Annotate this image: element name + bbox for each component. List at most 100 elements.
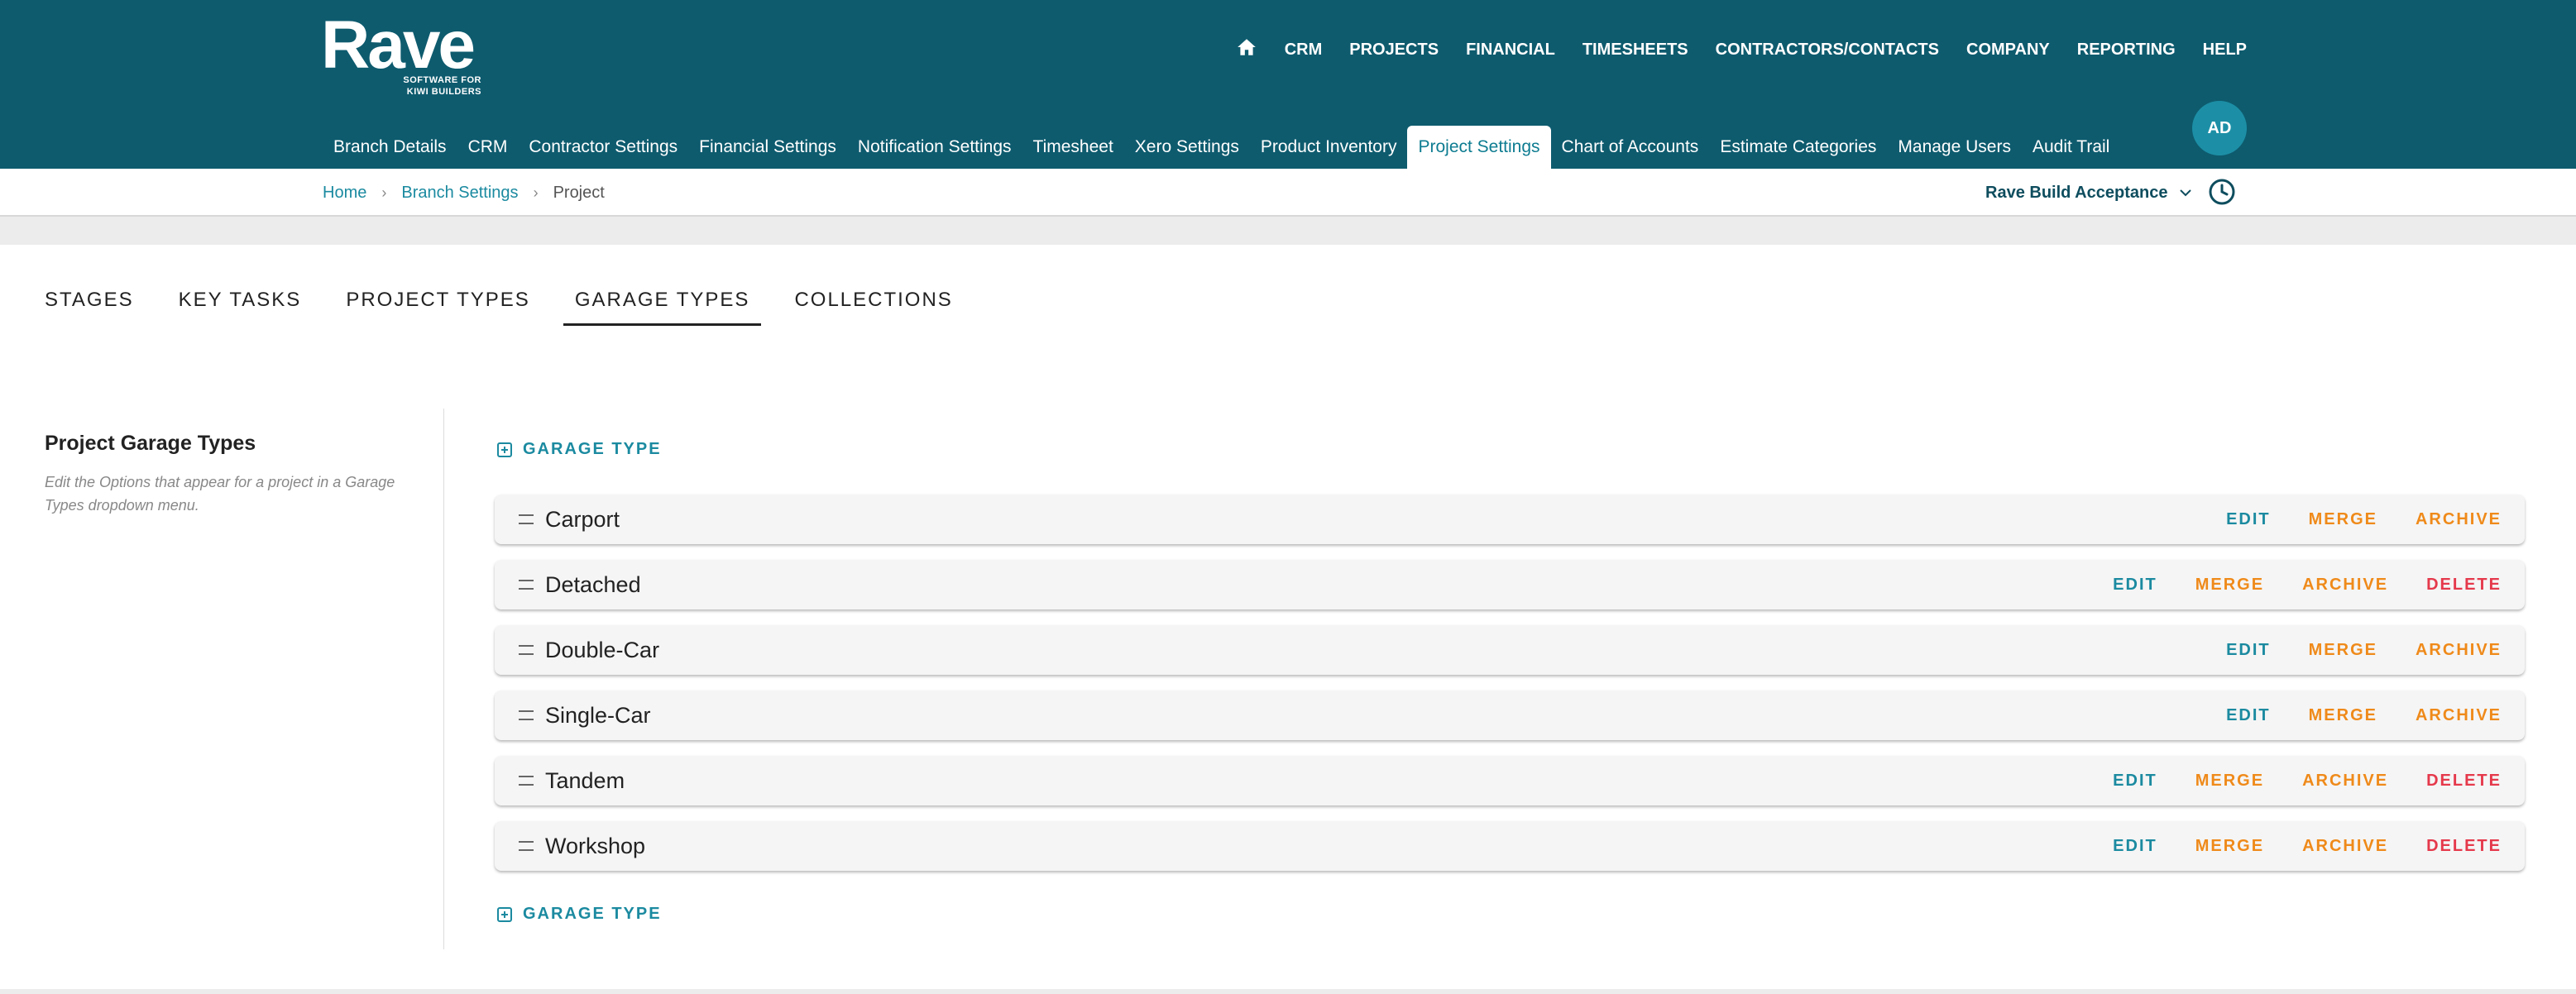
topnav-help[interactable]: HELP bbox=[2203, 41, 2247, 60]
add-garage-type-label: GARAGE TYPE bbox=[523, 440, 662, 458]
garage-type-list: Carport EDIT MERGE ARCHIVE Detached EDIT MERGE… bbox=[495, 495, 2525, 886]
merge-button[interactable]: MERGE bbox=[2195, 772, 2264, 791]
tab-collections[interactable]: COLLECTIONS bbox=[783, 275, 964, 326]
merge-button[interactable]: MERGE bbox=[2195, 576, 2264, 595]
delete-button[interactable]: DELETE bbox=[2426, 772, 2502, 791]
drag-handle-icon[interactable] bbox=[519, 841, 534, 851]
breadcrumb-home[interactable]: Home bbox=[323, 184, 366, 203]
branch-selector-label: Rave Build Acceptance bbox=[1985, 183, 2168, 202]
row-actions: EDIT MERGE ARCHIVE DELETE bbox=[2113, 821, 2502, 871]
breadcrumb-bar: Home › Branch Settings › Project Rave Bu… bbox=[0, 169, 2576, 217]
merge-button[interactable]: MERGE bbox=[2195, 837, 2264, 856]
topnav-financial[interactable]: FINANCIAL bbox=[1466, 41, 1555, 60]
edit-button[interactable]: EDIT bbox=[2113, 576, 2157, 595]
subnav-xero-settings[interactable]: Xero Settings bbox=[1124, 126, 1250, 169]
tab-project-types[interactable]: PROJECT TYPES bbox=[334, 275, 542, 326]
section-divider bbox=[443, 409, 444, 949]
add-garage-type-button-bottom[interactable]: GARAGE TYPE bbox=[496, 905, 662, 924]
garage-type-name: Detached bbox=[545, 571, 641, 597]
archive-button[interactable]: ARCHIVE bbox=[2302, 576, 2388, 595]
home-icon[interactable] bbox=[1236, 37, 1257, 62]
branch-selector[interactable]: Rave Build Acceptance bbox=[1985, 169, 2192, 217]
drag-handle-icon[interactable] bbox=[519, 645, 534, 655]
user-avatar[interactable]: AD bbox=[2192, 101, 2247, 155]
topnav-timesheets[interactable]: TIMESHEETS bbox=[1582, 41, 1688, 60]
edit-button[interactable]: EDIT bbox=[2226, 510, 2271, 529]
add-box-icon bbox=[497, 442, 512, 457]
garage-type-name: Workshop bbox=[545, 833, 646, 858]
subnav-crm[interactable]: CRM bbox=[457, 126, 519, 169]
garage-type-name: Double-Car bbox=[545, 637, 660, 662]
merge-button[interactable]: MERGE bbox=[2309, 510, 2377, 529]
list-item: Tandem EDIT MERGE ARCHIVE DELETE bbox=[495, 756, 2525, 805]
list-item: Workshop EDIT MERGE ARCHIVE DELETE bbox=[495, 821, 2525, 871]
logo-tagline: SOFTWARE FOR KIWI BUILDERS bbox=[403, 75, 481, 97]
row-actions: EDIT MERGE ARCHIVE bbox=[2226, 625, 2502, 675]
drag-handle-icon[interactable] bbox=[519, 514, 534, 524]
archive-button[interactable]: ARCHIVE bbox=[2416, 641, 2502, 660]
topnav-projects[interactable]: PROJECTS bbox=[1349, 41, 1439, 60]
archive-button[interactable]: ARCHIVE bbox=[2302, 772, 2388, 791]
delete-button[interactable]: DELETE bbox=[2426, 837, 2502, 856]
top-navigation: CRM PROJECTS FINANCIAL TIMESHEETS CONTRA… bbox=[1236, 33, 2247, 66]
add-garage-type-button[interactable]: GARAGE TYPE bbox=[496, 440, 662, 459]
subnav-audit-trail[interactable]: Audit Trail bbox=[2022, 126, 2120, 169]
drag-handle-icon[interactable] bbox=[519, 710, 534, 720]
project-settings-card: STAGES KEY TASKS PROJECT TYPES GARAGE TY… bbox=[0, 245, 2576, 989]
chevron-right-icon: › bbox=[533, 184, 539, 201]
app-header: Rave SOFTWARE FOR KIWI BUILDERS CRM PROJ… bbox=[0, 0, 2576, 169]
subnav-timesheet[interactable]: Timesheet bbox=[1022, 126, 1124, 169]
subnav-chart-of-accounts[interactable]: Chart of Accounts bbox=[1551, 126, 1710, 169]
row-actions: EDIT MERGE ARCHIVE bbox=[2226, 691, 2502, 740]
history-icon[interactable] bbox=[2207, 177, 2237, 207]
add-garage-type-label: GARAGE TYPE bbox=[523, 905, 662, 923]
subnav-estimate-categories[interactable]: Estimate Categories bbox=[1709, 126, 1887, 169]
drag-handle-icon[interactable] bbox=[519, 776, 534, 786]
merge-button[interactable]: MERGE bbox=[2309, 706, 2377, 725]
tab-stages[interactable]: STAGES bbox=[33, 275, 146, 326]
settings-subnav: Branch Details CRM Contractor Settings F… bbox=[323, 126, 2120, 169]
archive-button[interactable]: ARCHIVE bbox=[2416, 706, 2502, 725]
add-box-icon bbox=[497, 906, 512, 922]
subnav-product-inventory[interactable]: Product Inventory bbox=[1250, 126, 1408, 169]
drag-handle-icon[interactable] bbox=[519, 580, 534, 590]
breadcrumb-current: Project bbox=[553, 183, 605, 202]
edit-button[interactable]: EDIT bbox=[2113, 837, 2157, 856]
subnav-manage-users[interactable]: Manage Users bbox=[1887, 126, 2022, 169]
logo-wordmark: Rave bbox=[321, 7, 476, 83]
topnav-company[interactable]: COMPANY bbox=[1966, 41, 2050, 60]
edit-button[interactable]: EDIT bbox=[2226, 706, 2271, 725]
subnav-notification-settings[interactable]: Notification Settings bbox=[847, 126, 1022, 169]
subnav-contractor-settings[interactable]: Contractor Settings bbox=[518, 126, 688, 169]
archive-button[interactable]: ARCHIVE bbox=[2302, 837, 2388, 856]
rave-logo[interactable]: Rave SOFTWARE FOR KIWI BUILDERS bbox=[321, 12, 486, 103]
list-item: Single-Car EDIT MERGE ARCHIVE bbox=[495, 691, 2525, 740]
project-settings-tabs: STAGES KEY TASKS PROJECT TYPES GARAGE TY… bbox=[33, 275, 986, 326]
row-actions: EDIT MERGE ARCHIVE DELETE bbox=[2113, 560, 2502, 609]
chevron-right-icon: › bbox=[381, 184, 387, 201]
breadcrumb: Home › Branch Settings › Project bbox=[323, 169, 605, 217]
topnav-reporting[interactable]: REPORTING bbox=[2077, 41, 2176, 60]
list-item: Carport EDIT MERGE ARCHIVE bbox=[495, 495, 2525, 544]
merge-button[interactable]: MERGE bbox=[2309, 641, 2377, 660]
topnav-crm[interactable]: CRM bbox=[1285, 41, 1323, 60]
archive-button[interactable]: ARCHIVE bbox=[2416, 510, 2502, 529]
row-actions: EDIT MERGE ARCHIVE bbox=[2226, 495, 2502, 544]
breadcrumb-branch-settings[interactable]: Branch Settings bbox=[401, 184, 518, 203]
edit-button[interactable]: EDIT bbox=[2226, 641, 2271, 660]
tab-key-tasks[interactable]: KEY TASKS bbox=[167, 275, 314, 326]
garage-type-name: Carport bbox=[545, 506, 620, 532]
section-info: Project Garage Types Edit the Options th… bbox=[45, 432, 433, 517]
tab-garage-types[interactable]: GARAGE TYPES bbox=[563, 275, 762, 326]
subnav-branch-details[interactable]: Branch Details bbox=[323, 126, 457, 169]
section-title: Project Garage Types bbox=[45, 432, 256, 455]
subnav-project-settings[interactable]: Project Settings bbox=[1407, 126, 1551, 169]
garage-type-name: Single-Car bbox=[545, 702, 651, 728]
subnav-financial-settings[interactable]: Financial Settings bbox=[688, 126, 847, 169]
edit-button[interactable]: EDIT bbox=[2113, 772, 2157, 791]
delete-button[interactable]: DELETE bbox=[2426, 576, 2502, 595]
garage-type-name: Tandem bbox=[545, 767, 625, 793]
chevron-down-icon bbox=[2180, 189, 2192, 197]
list-item: Double-Car EDIT MERGE ARCHIVE bbox=[495, 625, 2525, 675]
topnav-contractors-contacts[interactable]: CONTRACTORS/CONTACTS bbox=[1716, 41, 1939, 60]
